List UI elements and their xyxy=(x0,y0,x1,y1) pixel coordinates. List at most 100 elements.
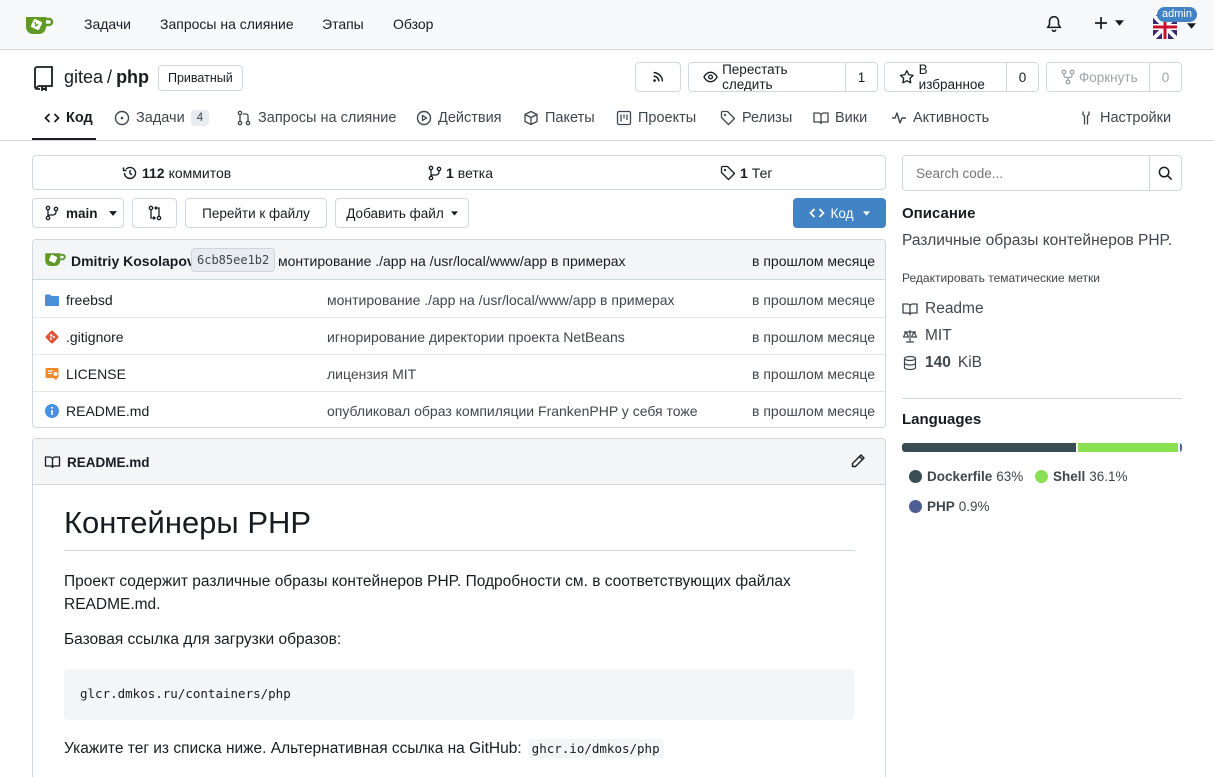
commit-author-link[interactable]: Dmitriy Kosolapov xyxy=(71,253,195,269)
play-icon xyxy=(416,110,432,126)
nav-issues[interactable]: Задачи xyxy=(84,16,131,32)
language-color-dot xyxy=(909,470,922,483)
book-icon xyxy=(813,112,829,125)
compare-icon xyxy=(148,205,161,221)
tab-projects[interactable]: Проекты xyxy=(616,108,696,128)
readme-header: README.md xyxy=(33,439,885,485)
issue-count-badge: 4 xyxy=(190,110,210,126)
file-name-link[interactable]: freebsd xyxy=(66,292,113,308)
commit-sha-link[interactable]: 6cb85ee1b2 xyxy=(191,248,276,272)
language-name: PHP xyxy=(927,499,955,514)
language-item: Dockerfile 63% xyxy=(909,469,1023,484)
caret-down-icon xyxy=(1115,20,1124,26)
language-percent: 36.1% xyxy=(1089,469,1128,484)
file-name-link[interactable]: LICENSE xyxy=(66,366,126,382)
file-commit-message[interactable]: опубликовал образ компиляции FrankenPHP … xyxy=(327,403,698,419)
tab-releases[interactable]: Релизы xyxy=(720,108,792,128)
branch-selector[interactable]: main xyxy=(32,198,124,228)
bell-icon[interactable] xyxy=(1045,15,1063,33)
readme-paragraph: Укажите тег из списка ниже. Альтернативн… xyxy=(64,739,664,758)
compare-button[interactable] xyxy=(132,198,177,228)
star-label: В избранное xyxy=(918,62,985,92)
description-title: Описание xyxy=(902,205,976,222)
readme-filename-link[interactable]: README.md xyxy=(67,455,150,470)
commits-link[interactable]: 112 коммитов xyxy=(122,165,231,181)
commit-message-link[interactable]: монтирование ./app на /usr/local/www/app… xyxy=(278,253,626,269)
file-commit-message[interactable]: монтирование ./app на /usr/local/www/app… xyxy=(327,292,675,308)
tab-packages[interactable]: Пакеты xyxy=(523,108,595,128)
commits-label: коммитов xyxy=(168,165,232,181)
plus-icon xyxy=(1095,17,1107,29)
add-file-label: Добавить файл xyxy=(346,205,444,221)
nav-pull-requests[interactable]: Запросы на слияние xyxy=(160,16,294,32)
tags-link[interactable]: 1 Тег xyxy=(720,165,772,181)
pencil-icon[interactable] xyxy=(850,453,866,469)
tab-pull-requests[interactable]: Запросы на слияние xyxy=(236,108,396,128)
user-menu[interactable]: admin xyxy=(1151,7,1197,41)
readme-link[interactable]: Readme xyxy=(902,300,984,318)
tab-wiki[interactable]: Вики xyxy=(813,108,867,128)
tab-label: Действия xyxy=(438,110,502,126)
repo-title: gitea / php xyxy=(64,67,149,88)
inline-code: ghcr.io/dmkos/php xyxy=(527,739,664,758)
tab-issues[interactable]: Задачи 4 xyxy=(114,108,210,128)
search-button[interactable] xyxy=(1149,156,1181,190)
unwatch-button[interactable]: Перестать следить 1 xyxy=(688,62,878,92)
goto-file-button[interactable]: Перейти к файлу xyxy=(185,198,327,228)
repo-name-link[interactable]: php xyxy=(116,67,149,88)
branches-link[interactable]: 1 ветка xyxy=(428,165,493,181)
package-icon xyxy=(524,110,538,126)
file-commit-message[interactable]: игнорирование директории проекта NetBean… xyxy=(327,329,625,345)
tags-count: 1 xyxy=(740,165,748,181)
create-new-button[interactable] xyxy=(1093,15,1124,31)
star-button[interactable]: В избранное 0 xyxy=(884,62,1039,92)
caret-down-icon xyxy=(450,210,458,216)
language-percent: 63% xyxy=(996,469,1024,484)
caret-down-icon xyxy=(1187,23,1196,29)
repo-icon xyxy=(33,65,55,91)
nav-milestones[interactable]: Этапы xyxy=(322,16,364,32)
tab-activity[interactable]: Активность xyxy=(891,108,989,128)
license-link[interactable]: MIT xyxy=(902,327,952,345)
file-commit-time: в прошлом месяце xyxy=(752,329,875,345)
languages-title: Languages xyxy=(902,411,982,428)
edit-topics-link[interactable]: Редактировать тематические метки xyxy=(902,271,1100,285)
star-count[interactable]: 0 xyxy=(1006,63,1038,91)
search-icon xyxy=(1158,166,1173,180)
code-search-box xyxy=(902,155,1182,191)
fork-count[interactable]: 0 xyxy=(1149,63,1181,91)
clone-code-button[interactable]: Код xyxy=(793,198,886,228)
language-item: PHP 0.9% xyxy=(909,499,990,514)
file-name-link[interactable]: .gitignore xyxy=(66,329,124,345)
tab-code[interactable]: Код xyxy=(44,108,93,128)
fork-icon xyxy=(1061,69,1075,85)
fork-label: Форкнуть xyxy=(1079,69,1138,85)
tags-label: Тег xyxy=(751,165,773,181)
folder-icon xyxy=(45,294,59,306)
repo-size-unit: KiB xyxy=(957,354,982,371)
nav-explore[interactable]: Обзор xyxy=(393,16,433,32)
language-bar-segment xyxy=(1077,443,1178,452)
tab-label: Настройки xyxy=(1100,110,1172,126)
license-file-icon xyxy=(45,368,59,380)
readme-panel: README.md Контейнеры PHP Проект содержит… xyxy=(32,438,886,777)
tag-icon xyxy=(720,165,736,181)
table-row: README.md опубликовал образ компиляции F… xyxy=(33,392,885,427)
gitea-logo-icon[interactable] xyxy=(24,11,54,39)
repo-size-value: 140 xyxy=(925,354,951,371)
add-file-button[interactable]: Добавить файл xyxy=(335,198,469,228)
pulse-icon xyxy=(892,112,906,124)
fork-button[interactable]: Форкнуть 0 xyxy=(1046,62,1182,92)
tab-settings[interactable]: Настройки xyxy=(1078,108,1171,128)
file-commit-time: в прошлом месяце xyxy=(752,366,875,382)
file-commit-message[interactable]: лицензия MIT xyxy=(327,366,416,382)
tab-actions[interactable]: Действия xyxy=(416,108,502,128)
author-avatar[interactable] xyxy=(43,251,67,269)
readme-heading: Контейнеры PHP xyxy=(64,505,312,540)
file-name-link[interactable]: README.md xyxy=(66,403,149,419)
rss-button[interactable] xyxy=(635,62,681,92)
branches-count: 1 xyxy=(446,165,454,181)
watch-count[interactable]: 1 xyxy=(845,63,877,91)
repo-owner-link[interactable]: gitea xyxy=(64,67,103,88)
code-search-input[interactable] xyxy=(903,156,1149,190)
